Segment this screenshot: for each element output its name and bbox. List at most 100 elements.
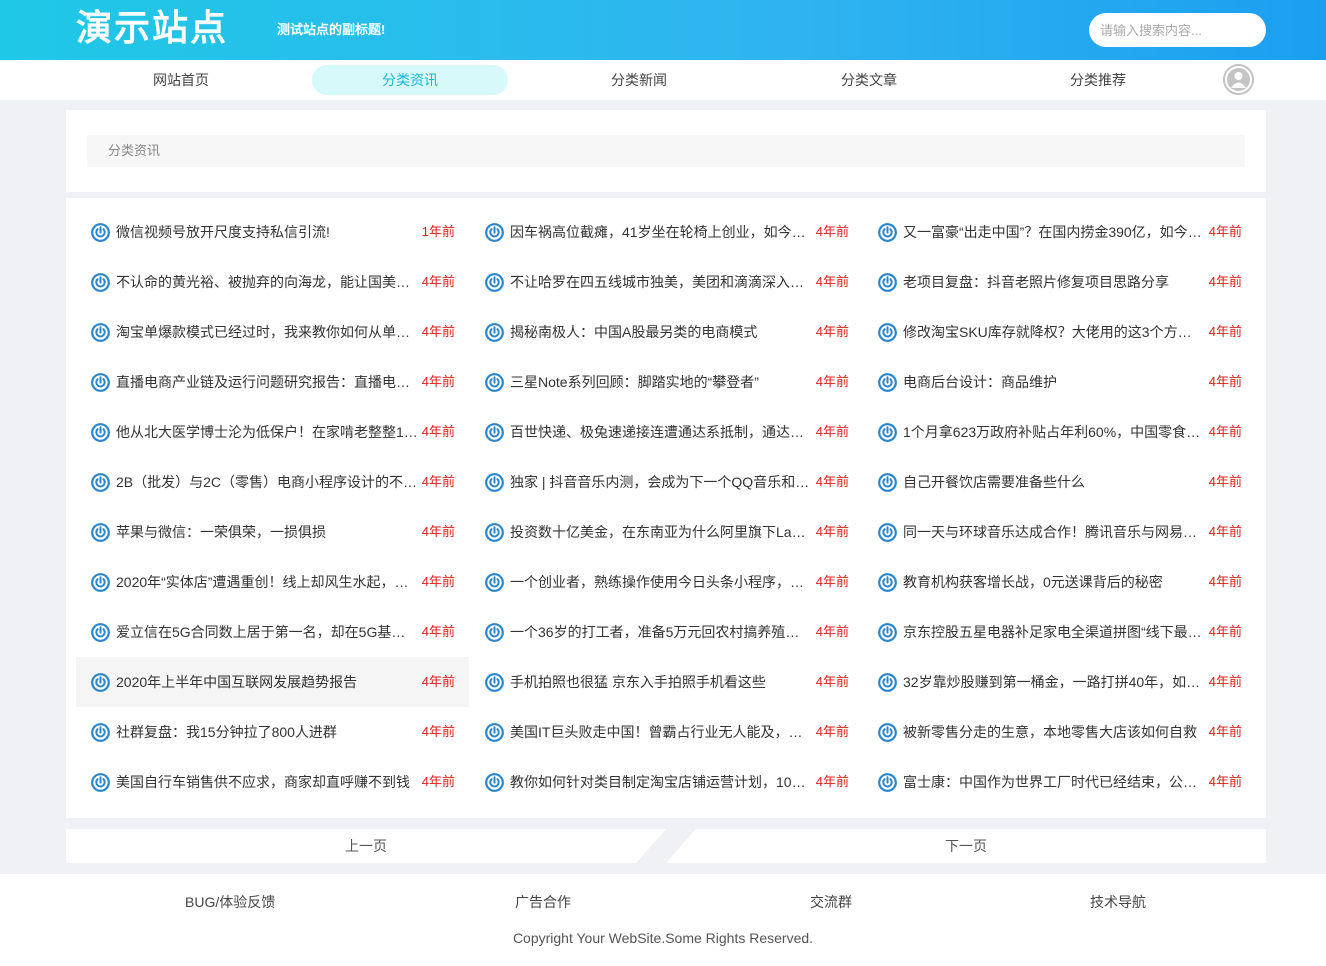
footer-link-feedback[interactable]: BUG/体验反馈 xyxy=(185,892,275,912)
article-title[interactable]: 富士康：中国作为世界工厂时代已经结束，公司将向海外转移 xyxy=(903,757,1205,807)
article-title[interactable]: 教育机构获客增长战，0元送课背后的秘密 xyxy=(903,557,1205,607)
article-item[interactable]: 被新零售分走的生意，本地零售大店该如何自救 4年前 xyxy=(863,707,1256,757)
article-item[interactable]: 2020年上半年中国互联网发展趋势报告 4年前 xyxy=(76,657,469,707)
article-title[interactable]: 美国IT巨头败走中国！曾霸占行业无人能及，如今黯然退出 xyxy=(510,707,812,757)
article-item[interactable]: 富士康：中国作为世界工厂时代已经结束，公司将向海外转移4年前 xyxy=(863,757,1256,807)
article-item[interactable]: 一个创业者，熟练操作使用今日头条小程序，变现月入过万4年前 xyxy=(470,557,863,607)
article-item[interactable]: 苹果与微信：一荣俱荣，一损俱损 4年前 xyxy=(76,507,469,557)
article-item[interactable]: 直播电商产业链及运行问题研究报告：直播电商的未来在哪里4年前 xyxy=(76,357,469,407)
article-title[interactable]: 同一天与环球音乐达成合作！腾讯音乐与网易云音乐的版权之争 xyxy=(903,507,1205,557)
article-item[interactable]: 修改淘宝SKU库存就降权？大佬用的这3个方法你一定要知道4年前 xyxy=(863,307,1256,357)
article-time: 4年前 xyxy=(1208,774,1242,789)
article-item[interactable]: 电商后台设计：商品维护 4年前 xyxy=(863,357,1256,407)
article-item[interactable]: 三星Note系列回顾：脚踏实地的“攀登者” 4年前 xyxy=(470,357,863,407)
article-title[interactable]: 1个月拿623万政府补贴占年利60%，中国零食第一股的生存之道 xyxy=(903,407,1205,457)
article-item[interactable]: 因车祸高位截瘫，41岁坐在轮椅上创业，如今年销售额达2000万4年前 xyxy=(470,207,863,257)
power-icon xyxy=(485,223,504,242)
site-logo[interactable]: 演示站点 xyxy=(76,6,228,52)
article-item[interactable]: 不让哈罗在四五线城市独美，美团和滴滴深入下沉市场4年前 xyxy=(470,257,863,307)
article-item[interactable]: 百世快递、极兔速递接连遭通达系抵制，通达系为何如此紧张4年前 xyxy=(470,407,863,457)
article-item[interactable]: 教育机构获客增长战，0元送课背后的秘密 4年前 xyxy=(863,557,1256,607)
power-icon xyxy=(91,473,110,492)
article-title[interactable]: 百世快递、极兔速递接连遭通达系抵制，通达系为何如此紧张 xyxy=(510,407,812,457)
article-item[interactable]: 投资数十亿美金，在东南亚为什么阿里旗下Lazada干不过Shopee4年前 xyxy=(470,507,863,557)
article-title[interactable]: 老项目复盘：抖音老照片修复项目思路分享 xyxy=(903,257,1205,307)
article-title[interactable]: 京东控股五星电器补足家电全渠道拼图“线下最后一块拼图” xyxy=(903,607,1205,657)
article-title[interactable]: 一个36岁的打工者，准备5万元回农村搞养殖，能行吗 xyxy=(510,607,812,657)
article-time: 4年前 xyxy=(1208,674,1242,689)
article-item[interactable]: 不认命的黄光裕、被抛弃的向海龙，能让国美重回巅峰吗4年前 xyxy=(76,257,469,307)
article-title[interactable]: 教你如何针对类目制定淘宝店铺运营计划，10天提升流量 xyxy=(510,757,812,807)
article-title[interactable]: 不让哈罗在四五线城市独美，美团和滴滴深入下沉市场 xyxy=(510,257,812,307)
article-title[interactable]: 不认命的黄光裕、被抛弃的向海龙，能让国美重回巅峰吗 xyxy=(116,257,418,307)
user-avatar-icon[interactable] xyxy=(1223,64,1254,95)
article-title[interactable]: 美国自行车销售供不应求，商家却直呼赚不到钱 xyxy=(116,757,418,807)
article-item[interactable]: 京东控股五星电器补足家电全渠道拼图“线下最后一块拼图”4年前 xyxy=(863,607,1256,657)
article-title[interactable]: 被新零售分走的生意，本地零售大店该如何自救 xyxy=(903,707,1205,757)
footer-link-ads[interactable]: 广告合作 xyxy=(515,892,571,912)
nav-item-home[interactable]: 网站首页 xyxy=(83,65,279,95)
article-title[interactable]: 自己开餐饮店需要准备些什么 xyxy=(903,457,1205,507)
article-title[interactable]: 2B（批发）与2C（零售）电商小程序设计的不同之处 xyxy=(116,457,418,507)
footer-link-tech-nav[interactable]: 技术导航 xyxy=(1090,892,1146,912)
article-title[interactable]: 独家 | 抖音音乐内测，会成为下一个QQ音乐和网易云音乐吗 xyxy=(510,457,812,507)
next-page-button[interactable]: 下一页 xyxy=(666,829,1266,863)
article-item[interactable]: 爱立信在5G合同数上居于第一名，却在5G基站上输给了华为4年前 xyxy=(76,607,469,657)
power-icon xyxy=(878,573,897,592)
article-item[interactable]: 又一富豪“出走中国”？在国内捞金390亿，如今却要去美国上市4年前 xyxy=(863,207,1256,257)
nav-item-category-recommend[interactable]: 分类推荐 xyxy=(1000,65,1196,95)
article-title[interactable]: 一个创业者，熟练操作使用今日头条小程序，变现月入过万 xyxy=(510,557,812,607)
article-time: 4年前 xyxy=(1208,324,1242,339)
article-time: 4年前 xyxy=(815,424,849,439)
article-item[interactable]: 自己开餐饮店需要准备些什么 4年前 xyxy=(863,457,1256,507)
article-title[interactable]: 他从北大医学博士沦为低保户！在家啃老整整10年 xyxy=(116,407,418,457)
article-title[interactable]: 爱立信在5G合同数上居于第一名，却在5G基站上输给了华为 xyxy=(116,607,418,657)
article-item[interactable]: 淘宝单爆款模式已经过时，我来教你如何从单品走向多品4年前 xyxy=(76,307,469,357)
article-title[interactable]: 直播电商产业链及运行问题研究报告：直播电商的未来在哪里 xyxy=(116,357,418,407)
article-item[interactable]: 教你如何针对类目制定淘宝店铺运营计划，10天提升流量4年前 xyxy=(470,757,863,807)
search-input[interactable] xyxy=(1089,13,1266,47)
article-title[interactable]: 淘宝单爆款模式已经过时，我来教你如何从单品走向多品 xyxy=(116,307,418,357)
power-icon xyxy=(91,723,110,742)
article-title[interactable]: 揭秘南极人：中国A股最另类的电商模式 xyxy=(510,307,812,357)
article-item[interactable]: 美国IT巨头败走中国！曾霸占行业无人能及，如今黯然退出4年前 xyxy=(470,707,863,757)
article-time: 4年前 xyxy=(815,674,849,689)
article-title[interactable]: 修改淘宝SKU库存就降权？大佬用的这3个方法你一定要知道 xyxy=(903,307,1205,357)
power-icon xyxy=(485,673,504,692)
article-item[interactable]: 2020年“实体店”遭遇重创！线上却风生水起，原因在这 4年前 xyxy=(76,557,469,607)
article-time: 4年前 xyxy=(1208,624,1242,639)
article-title[interactable]: 电商后台设计：商品维护 xyxy=(903,357,1205,407)
article-item[interactable]: 美国自行车销售供不应求，商家却直呼赚不到钱 4年前 xyxy=(76,757,469,807)
prev-page-button[interactable]: 上一页 xyxy=(66,829,666,863)
article-item[interactable]: 社群复盘：我15分钟拉了800人进群 4年前 xyxy=(76,707,469,757)
article-title[interactable]: 微信视频号放开尺度支持私信引流! xyxy=(116,207,418,257)
article-item[interactable]: 2B（批发）与2C（零售）电商小程序设计的不同之处 4年前 xyxy=(76,457,469,507)
article-item[interactable]: 独家 | 抖音音乐内测，会成为下一个QQ音乐和网易云音乐吗4年前 xyxy=(470,457,863,507)
article-item[interactable]: 手机拍照也很猛 京东入手拍照手机看这些 4年前 xyxy=(470,657,863,707)
power-icon xyxy=(878,473,897,492)
article-title[interactable]: 2020年“实体店”遭遇重创！线上却风生水起，原因在这 xyxy=(116,557,418,607)
article-time: 4年前 xyxy=(1208,474,1242,489)
article-time: 4年前 xyxy=(815,724,849,739)
article-item[interactable]: 揭秘南极人：中国A股最另类的电商模式 4年前 xyxy=(470,307,863,357)
article-title[interactable]: 因车祸高位截瘫，41岁坐在轮椅上创业，如今年销售额达2000万 xyxy=(510,207,812,257)
article-item[interactable]: 他从北大医学博士沦为低保户！在家啃老整整10年 4年前 xyxy=(76,407,469,457)
article-item[interactable]: 1个月拿623万政府补贴占年利60%，中国零食第一股的生存之道4年前 xyxy=(863,407,1256,457)
footer-link-group[interactable]: 交流群 xyxy=(810,892,852,912)
article-item[interactable]: 32岁靠炒股赚到第一桶金，一路打拼40年，如今身价超千亿4年前 xyxy=(863,657,1256,707)
article-title[interactable]: 2020年上半年中国互联网发展趋势报告 xyxy=(116,657,418,707)
nav-item-category-news[interactable]: 分类新闻 xyxy=(541,65,737,95)
article-title[interactable]: 苹果与微信：一荣俱荣，一损俱损 xyxy=(116,507,418,557)
article-title[interactable]: 投资数十亿美金，在东南亚为什么阿里旗下Lazada干不过Shopee xyxy=(510,507,812,557)
nav-item-category-articles[interactable]: 分类文章 xyxy=(771,65,967,95)
article-title[interactable]: 社群复盘：我15分钟拉了800人进群 xyxy=(116,707,418,757)
article-title[interactable]: 三星Note系列回顾：脚踏实地的“攀登者” xyxy=(510,357,812,407)
nav-item-category-info[interactable]: 分类资讯 xyxy=(312,65,508,95)
article-title[interactable]: 手机拍照也很猛 京东入手拍照手机看这些 xyxy=(510,657,812,707)
article-item[interactable]: 老项目复盘：抖音老照片修复项目思路分享 4年前 xyxy=(863,257,1256,307)
article-title[interactable]: 32岁靠炒股赚到第一桶金，一路打拼40年，如今身价超千亿 xyxy=(903,657,1205,707)
article-item[interactable]: 微信视频号放开尺度支持私信引流! 1年前 xyxy=(76,207,469,257)
article-item[interactable]: 同一天与环球音乐达成合作！腾讯音乐与网易云音乐的版权之争4年前 xyxy=(863,507,1256,557)
article-title[interactable]: 又一富豪“出走中国”？在国内捞金390亿，如今却要去美国上市 xyxy=(903,207,1205,257)
article-item[interactable]: 一个36岁的打工者，准备5万元回农村搞养殖，能行吗 4年前 xyxy=(470,607,863,657)
